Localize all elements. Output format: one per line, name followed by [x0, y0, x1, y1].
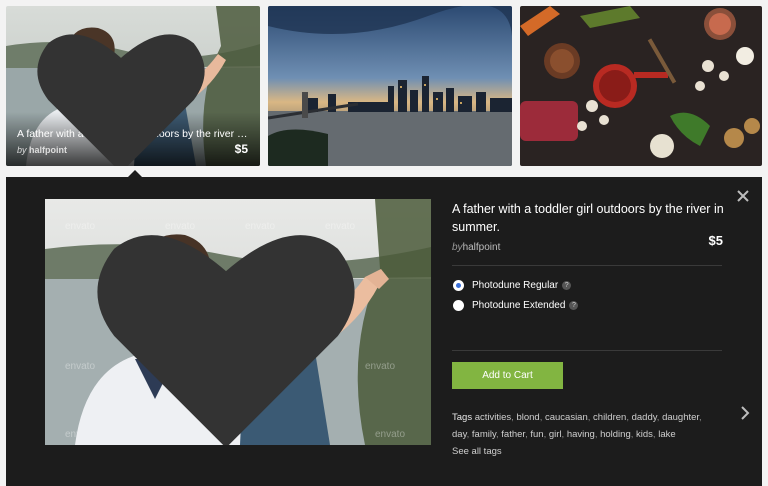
tag-separator: ,	[699, 412, 702, 423]
license-label: Photodune Extended	[472, 299, 566, 311]
radio-selected[interactable]	[453, 279, 464, 291]
license-option-regular[interactable]: Photodune Regular ?	[452, 276, 726, 294]
chevron-right-icon[interactable]	[740, 405, 750, 421]
divider	[452, 265, 722, 266]
close-icon[interactable]	[736, 189, 750, 203]
help-icon[interactable]: ?	[569, 300, 579, 310]
tag-link[interactable]: children	[593, 412, 626, 423]
tag-separator: ,	[525, 429, 528, 440]
by-label: by	[452, 242, 463, 253]
author-link[interactable]: halfpoint	[463, 242, 501, 253]
add-to-cart-button[interactable]: Add to Cart	[452, 362, 563, 389]
tag-link[interactable]: day	[452, 429, 467, 440]
tag-link[interactable]: fun	[530, 429, 543, 440]
tag-link[interactable]: girl	[549, 429, 562, 440]
tag-separator: ,	[656, 412, 660, 423]
preview-image[interactable]: envato envato envato envato envato envato env…	[45, 199, 431, 445]
thumbnail-image	[268, 6, 512, 166]
item-info: A father with a toddler girl outdoors by…	[452, 200, 726, 460]
tag-link[interactable]: kids	[636, 429, 653, 440]
tag-link[interactable]: daddy	[632, 412, 657, 423]
tag-link[interactable]: daughter	[662, 412, 699, 423]
tag-separator: ,	[496, 429, 499, 440]
tag-separator: ,	[539, 412, 543, 423]
tag-link[interactable]: lake	[658, 429, 675, 440]
license-label: Photodune Regular	[472, 279, 559, 291]
tag-link[interactable]: family	[472, 429, 496, 440]
tag-separator: ,	[511, 412, 514, 423]
thumbnail-food-ingredients[interactable]	[520, 6, 762, 166]
item-title: A father with a toddler girl outdoors by…	[452, 202, 724, 234]
radio-unselected[interactable]	[453, 299, 464, 311]
heart-icon[interactable]	[45, 213, 419, 445]
tag-separator: ,	[630, 429, 634, 440]
tags-label: Tags	[452, 412, 473, 423]
see-all-tags-link[interactable]: See all tags	[452, 443, 726, 460]
tag-separator: ,	[587, 412, 591, 423]
divider	[452, 350, 722, 351]
tag-container: activities, blond, caucasian, children, …	[452, 412, 702, 440]
tag-separator: ,	[561, 429, 565, 440]
tag-separator: ,	[652, 429, 656, 440]
item-price: $5	[708, 233, 723, 248]
page: A father with a toddler girl outdoors by…	[0, 0, 768, 486]
help-icon[interactable]: ?	[562, 280, 572, 290]
tag-separator: ,	[543, 429, 547, 440]
tag-link[interactable]: caucasian	[545, 412, 588, 423]
tag-link[interactable]: activities	[475, 412, 511, 423]
tag-link[interactable]: holding	[600, 429, 631, 440]
thumbnail-city-skyline[interactable]	[268, 6, 512, 166]
tag-separator: ,	[466, 429, 470, 440]
thumbnail-image	[520, 6, 762, 166]
thumbnail-father-toddler[interactable]: A father with a toddler girl outdoors by…	[6, 6, 260, 166]
tag-link[interactable]: father	[501, 429, 525, 440]
heart-icon[interactable]	[6, 20, 248, 166]
tag-separator: ,	[594, 429, 598, 440]
item-byline: byhalfpoint $5	[452, 233, 726, 253]
detail-panel: envato envato envato envato envato envato env…	[6, 177, 762, 486]
tag-link[interactable]: blond	[516, 412, 539, 423]
panel-pointer	[128, 170, 142, 177]
tag-separator: ,	[626, 412, 629, 423]
license-option-extended[interactable]: Photodune Extended ?	[452, 296, 726, 314]
tag-link[interactable]: having	[567, 429, 595, 440]
tags-list: Tags activities, blond, caucasian, child…	[452, 409, 714, 443]
